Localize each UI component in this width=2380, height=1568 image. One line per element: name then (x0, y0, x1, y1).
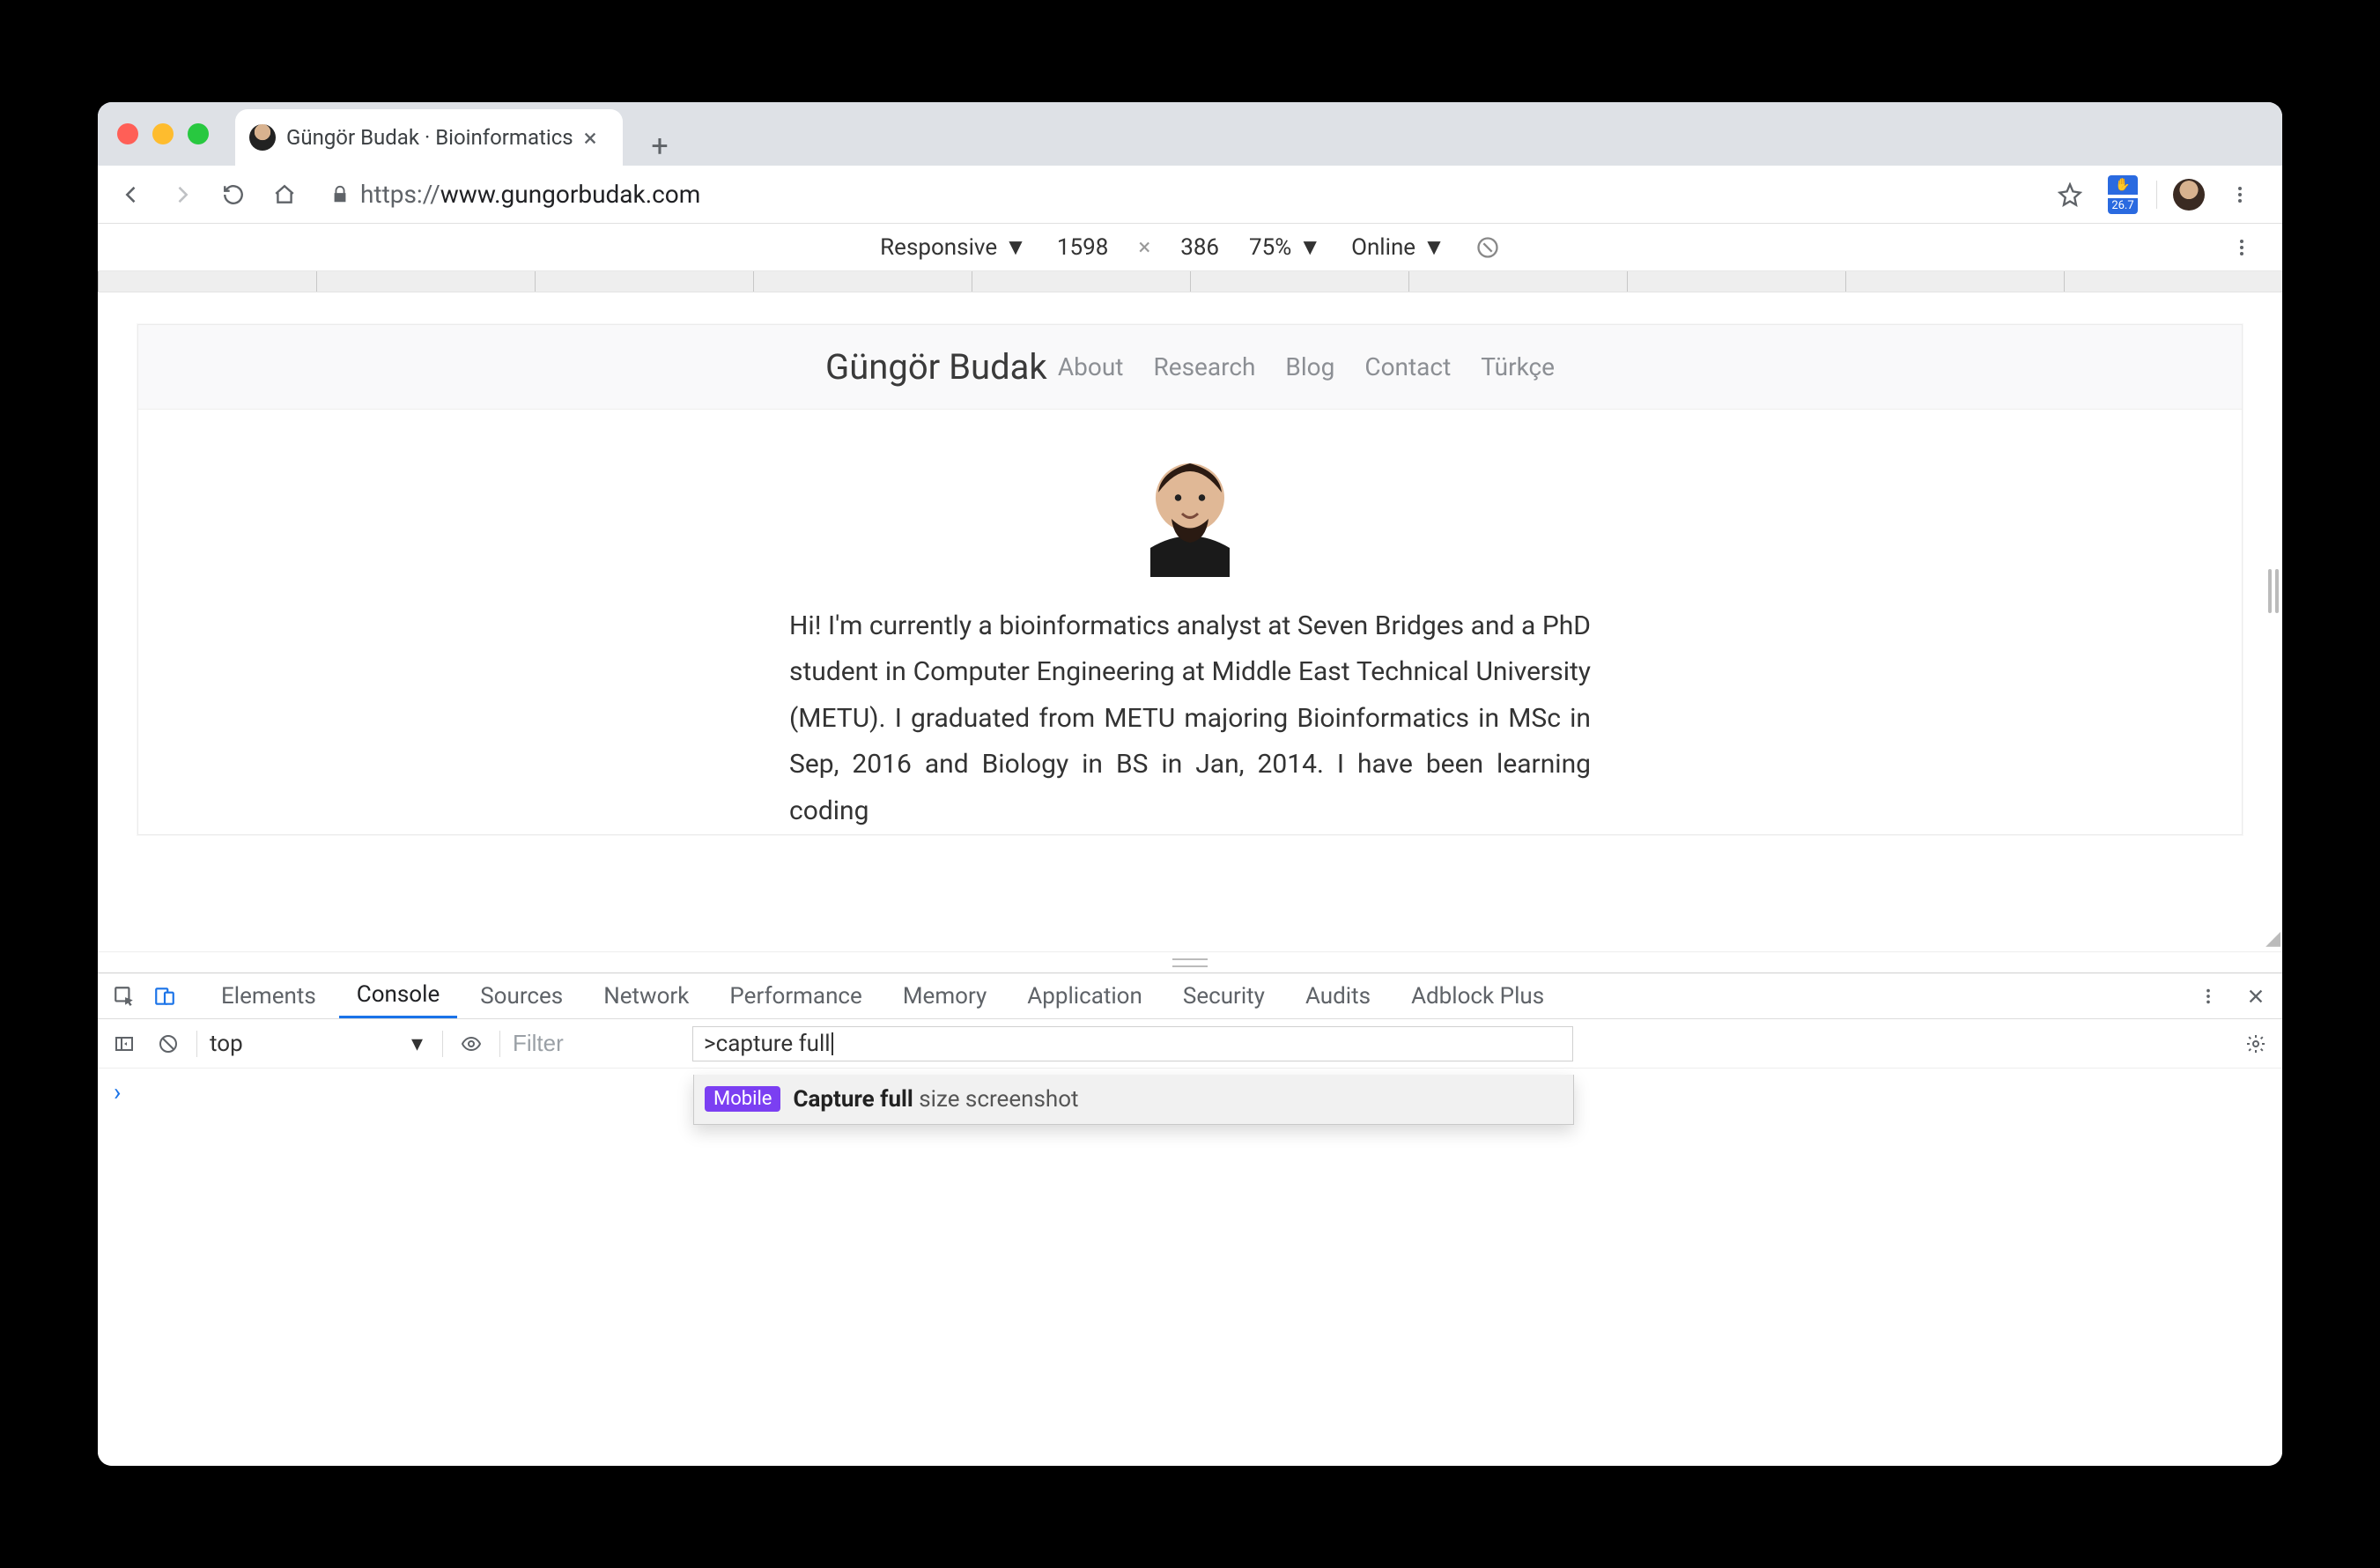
browser-tab[interactable]: Güngör Budak · Bioinformatics × (235, 109, 623, 166)
console-filter-input[interactable] (513, 1028, 680, 1060)
lock-icon (330, 185, 350, 204)
browser-toolbar: https://www.gungorbudak.com 26.7 (98, 166, 2282, 224)
caret-down-icon: ▼ (1004, 233, 1027, 261)
home-button[interactable] (265, 175, 304, 214)
tab-audits[interactable]: Audits (1288, 973, 1388, 1018)
rotate-icon[interactable] (1475, 235, 1500, 260)
tab-performance[interactable]: Performance (712, 973, 879, 1018)
address-bar[interactable]: https://www.gungorbudak.com (316, 174, 2038, 216)
new-tab-button[interactable]: + (640, 127, 679, 166)
devtools-panel: Elements Console Sources Network Perform… (98, 973, 2282, 1466)
adblock-count-badge: 26.7 (2108, 198, 2138, 214)
browser-menu-button[interactable] (2221, 175, 2259, 214)
ruler (98, 271, 2282, 292)
emulated-viewport: Güngör Budak About Research Blog Contact… (98, 292, 2282, 951)
devtools-drag-handle[interactable] (98, 951, 2282, 973)
viewport-width-input[interactable]: 1598 (1057, 234, 1108, 261)
tab-sources[interactable]: Sources (462, 973, 580, 1018)
command-suggestions-dropdown: Mobile Capture full size screenshot (693, 1075, 1574, 1125)
bookmark-star-icon[interactable] (2051, 175, 2089, 214)
responsive-mode-select[interactable]: Responsive ▼ (880, 233, 1027, 261)
zoom-select[interactable]: 75% ▼ (1249, 233, 1321, 261)
responsive-mode-label: Responsive (880, 234, 997, 261)
suggestion-match: Capture full (793, 1086, 913, 1113)
profile-avatar[interactable] (2173, 179, 2205, 211)
caret-down-icon: ▼ (1298, 233, 1321, 261)
device-toolbar: Responsive ▼ 1598 × 386 75% ▼ Online ▼ (98, 224, 2282, 271)
console-prompt-icon: › (114, 1077, 121, 1106)
device-toolbar-menu[interactable] (2222, 228, 2261, 267)
site-header: Güngör Budak About Research Blog Contact… (138, 325, 2242, 410)
live-expression-icon[interactable] (455, 1028, 487, 1060)
maximize-window-button[interactable] (188, 123, 209, 144)
network-throttle-select[interactable]: Online ▼ (1351, 233, 1445, 261)
close-tab-button[interactable]: × (584, 123, 597, 152)
caret-down-icon: ▼ (1423, 233, 1445, 261)
nav-link-turkce[interactable]: Türkçe (1481, 352, 1555, 381)
command-suggestion-item[interactable]: Mobile Capture full size screenshot (694, 1075, 1573, 1124)
separator (499, 1031, 500, 1057)
url-protocol: https:// (360, 180, 440, 209)
rendered-page: Güngör Budak About Research Blog Contact… (137, 324, 2243, 835)
tab-console[interactable]: Console (339, 973, 457, 1018)
command-menu-input[interactable]: >capture full Mobile Capture full size s… (692, 1026, 1573, 1061)
tab-network[interactable]: Network (586, 973, 706, 1018)
caret-down-icon: ▾ (411, 1031, 423, 1057)
browser-window: Güngör Budak · Bioinformatics × + https:… (98, 102, 2282, 1466)
tab-adblock[interactable]: Adblock Plus (1393, 973, 1562, 1018)
inspect-element-icon[interactable] (108, 980, 140, 1012)
context-label: top (210, 1031, 243, 1057)
viewport-resize-handle[interactable] (2268, 569, 2282, 613)
favicon-icon (249, 124, 276, 151)
back-button[interactable] (112, 175, 151, 214)
text-caret (832, 1032, 833, 1055)
tab-strip: Güngör Budak · Bioinformatics × + (98, 102, 2282, 166)
close-window-button[interactable] (117, 123, 138, 144)
tab-security[interactable]: Security (1165, 973, 1282, 1018)
nav-link-about[interactable]: About (1058, 352, 1124, 381)
console-output[interactable]: › (98, 1069, 2282, 1466)
network-label: Online (1351, 234, 1415, 261)
hero-section: Hi! I'm currently a bioinformatics analy… (138, 410, 2242, 835)
intro-paragraph: Hi! I'm currently a bioinformatics analy… (789, 603, 1591, 835)
toolbar-divider (2156, 181, 2157, 209)
separator (196, 1031, 197, 1057)
zoom-label: 75% (1249, 234, 1291, 261)
dimension-x-label: × (1138, 234, 1150, 261)
console-sidebar-toggle-icon[interactable] (108, 1028, 140, 1060)
site-nav: About Research Blog Contact Türkçe (1058, 352, 1555, 381)
suggestion-category-badge: Mobile (705, 1086, 780, 1112)
close-devtools-button[interactable] (2240, 980, 2272, 1012)
tab-elements[interactable]: Elements (203, 973, 334, 1018)
adblock-extension-icon[interactable]: 26.7 (2105, 177, 2140, 212)
devtools-menu-icon[interactable] (2192, 980, 2224, 1012)
toggle-device-icon[interactable] (149, 980, 181, 1012)
nav-link-contact[interactable]: Contact (1364, 352, 1451, 381)
execution-context-select[interactable]: top ▾ (210, 1028, 430, 1060)
console-toolbar: top ▾ >capture full Mobile Capture full … (98, 1019, 2282, 1069)
console-settings-icon[interactable] (2240, 1028, 2272, 1060)
window-controls (117, 123, 209, 144)
nav-link-research[interactable]: Research (1153, 352, 1255, 381)
forward-button[interactable] (163, 175, 202, 214)
toolbar-actions: 26.7 (2051, 175, 2268, 214)
corner-resize-icon[interactable]: ◢ (2265, 928, 2280, 950)
command-input-text: >capture full (704, 1031, 831, 1057)
reload-button[interactable] (214, 175, 253, 214)
nav-link-blog[interactable]: Blog (1285, 352, 1334, 381)
clear-console-icon[interactable] (152, 1028, 184, 1060)
tab-application[interactable]: Application (1009, 973, 1160, 1018)
tab-memory[interactable]: Memory (885, 973, 1004, 1018)
tab-title: Güngör Budak · Bioinformatics (286, 125, 573, 150)
hero-avatar-icon (1124, 445, 1256, 577)
separator (442, 1031, 443, 1057)
url-host: www.gungorbudak.com (440, 180, 701, 209)
minimize-window-button[interactable] (152, 123, 174, 144)
devtools-tabstrip: Elements Console Sources Network Perform… (98, 973, 2282, 1019)
suggestion-tail: size screenshot (913, 1086, 1079, 1113)
viewport-height-input[interactable]: 386 (1180, 234, 1219, 261)
site-title: Güngör Budak (825, 346, 1047, 388)
